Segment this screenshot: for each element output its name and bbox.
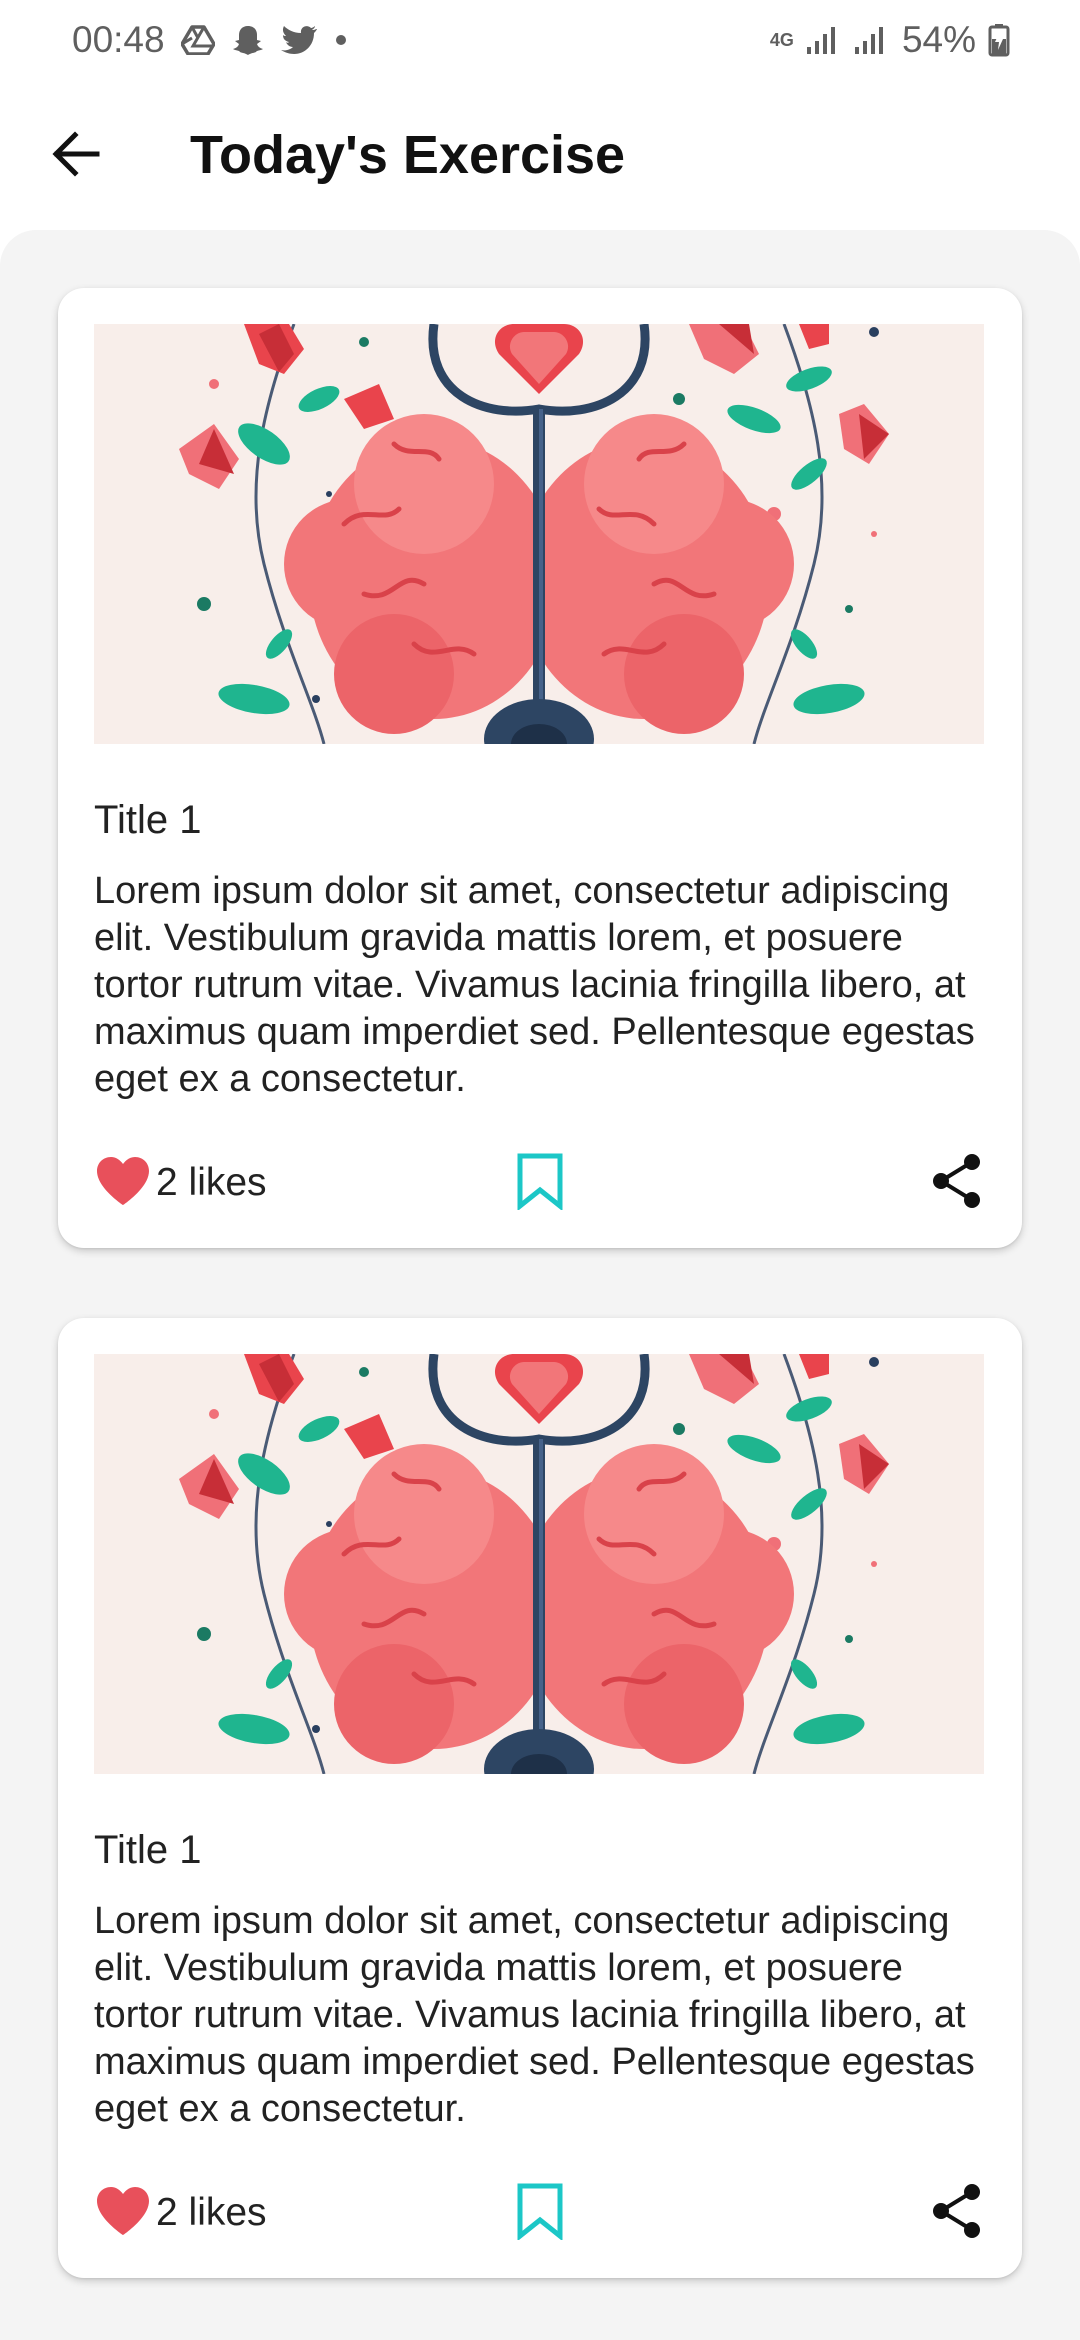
status-right: 4G 54% [770, 19, 1010, 61]
network-type-icon: 4G [770, 31, 794, 49]
share-button[interactable] [926, 2182, 988, 2244]
brain-stethoscope-illustration [94, 1354, 984, 1774]
card-title: Title 1 [94, 1828, 202, 1872]
brain-stethoscope-illustration [94, 324, 984, 744]
like-button[interactable]: 2 likes [94, 2178, 267, 2248]
dot-icon [333, 32, 349, 48]
exercise-list[interactable]: Title 1 Lorem ipsum dolor sit amet, cons… [0, 230, 1080, 2340]
likes-count: 2 likes [156, 2191, 267, 2234]
share-button[interactable] [926, 1152, 988, 1214]
status-left: 00:48 [72, 19, 349, 61]
bookmark-icon [515, 2182, 565, 2245]
network-type-label: 4G [769, 30, 794, 50]
signal-icon-2 [854, 25, 890, 55]
bookmark-icon [515, 1152, 565, 1215]
status-time: 00:48 [72, 19, 165, 60]
heart-icon [94, 2185, 152, 2242]
exercise-card[interactable]: Title 1 Lorem ipsum dolor sit amet, cons… [58, 1318, 1022, 2278]
back-button[interactable] [40, 120, 112, 192]
battery-icon [988, 23, 1010, 57]
likes-count: 2 likes [156, 1161, 267, 1204]
battery-percent: 54% [901, 19, 976, 60]
bookmark-button[interactable] [510, 1152, 570, 1214]
card-body: Lorem ipsum dolor sit amet, consectetur … [94, 1900, 975, 2130]
share-icon [930, 2182, 984, 2245]
heart-icon [94, 1155, 152, 1212]
share-icon [930, 1152, 984, 1215]
drive-icon [180, 25, 215, 55]
card-title: Title 1 [94, 798, 202, 842]
page-title: Today's Exercise [190, 125, 626, 185]
exercise-card[interactable]: Title 1 Lorem ipsum dolor sit amet, cons… [58, 288, 1022, 1248]
snapchat-icon [231, 23, 265, 57]
app-bar: Today's Exercise [0, 80, 1080, 230]
signal-icon [806, 25, 842, 55]
card-actions: 2 likes [94, 2178, 994, 2248]
card-actions: 2 likes [94, 1148, 994, 1218]
arrow-left-icon [51, 130, 101, 182]
status-bar: 00:48 4G 54% [0, 0, 1080, 80]
like-button[interactable]: 2 likes [94, 1148, 267, 1218]
card-body: Lorem ipsum dolor sit amet, consectetur … [94, 870, 975, 1100]
bookmark-button[interactable] [510, 2182, 570, 2244]
twitter-icon [280, 25, 317, 55]
